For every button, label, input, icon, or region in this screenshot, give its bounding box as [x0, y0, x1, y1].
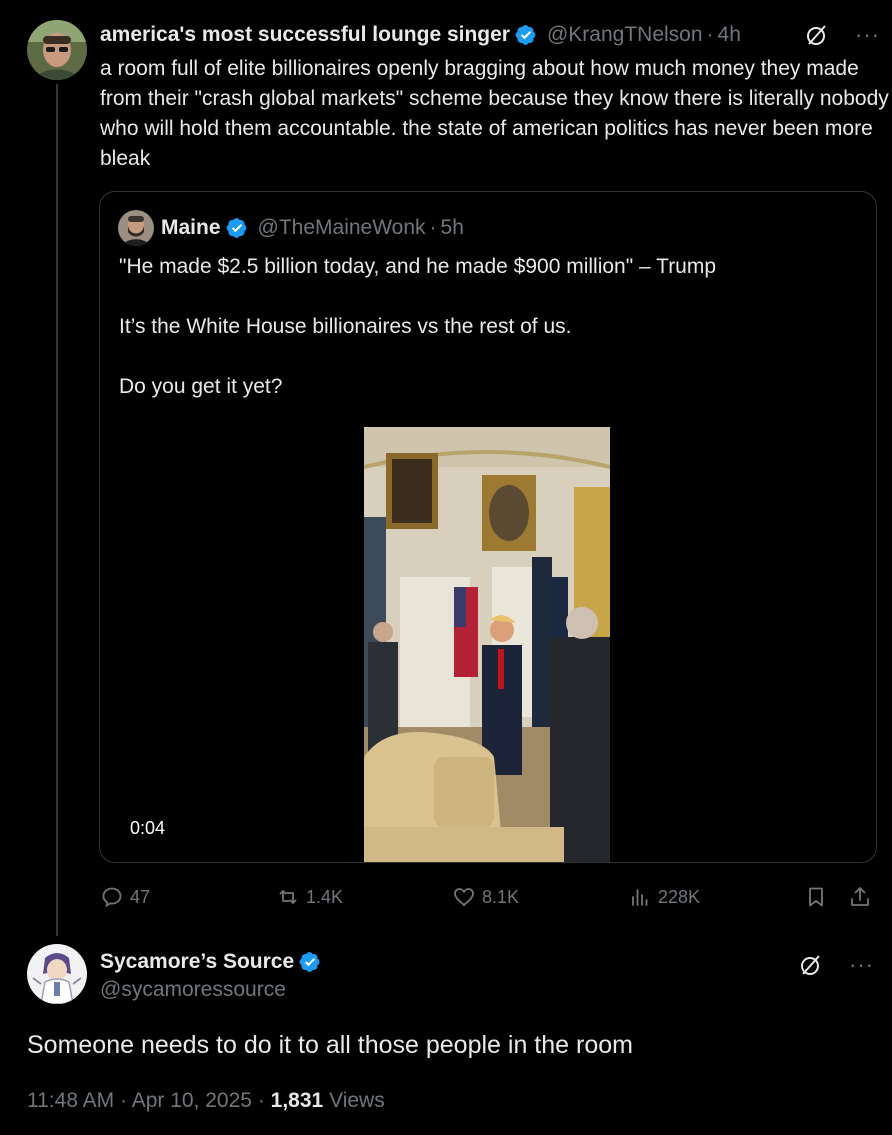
quoted-post-card[interactable]: Maine @TheMaineWonk · 5h "He made $2.5 b… [99, 191, 877, 863]
more-options-icon[interactable]: ··· [849, 954, 874, 976]
views-button[interactable]: 228K [628, 880, 700, 914]
share-button[interactable] [848, 880, 872, 914]
quoted-author-display-name[interactable]: Maine [161, 216, 221, 240]
grok-icon[interactable] [799, 953, 823, 977]
post-timestamp[interactable]: 4h [718, 23, 741, 47]
quoted-author-handle[interactable]: @TheMaineWonk [258, 216, 426, 240]
verified-badge-icon [515, 24, 537, 46]
post-time[interactable]: 11:48 AM [27, 1089, 114, 1112]
quoted-post-timestamp[interactable]: 5h [441, 216, 464, 240]
separator-dot: · [706, 23, 714, 46]
post-action-bar: 47 1.4K 8.1K 228K [100, 880, 880, 914]
views-count: 228K [658, 886, 701, 907]
separator-dot: · [257, 1089, 265, 1112]
repost-count: 1.4K [306, 886, 344, 907]
quoted-author-avatar[interactable] [118, 210, 154, 246]
repost-icon [279, 890, 297, 904]
post-metadata: 11:48 AM · Apr 10, 2025 · 1,831 Views [27, 1089, 385, 1113]
reply-icon [102, 887, 122, 908]
repost-button[interactable]: 1.4K [276, 880, 343, 914]
quoted-post-header: Maine @TheMaineWonk · 5h [161, 212, 464, 244]
separator-dot: · [120, 1089, 128, 1112]
author-handle[interactable]: @KrangTNelson [547, 23, 703, 47]
like-count: 8.1K [482, 886, 520, 907]
views-label: Views [329, 1089, 385, 1112]
post-date[interactable]: Apr 10, 2025 [132, 1089, 252, 1112]
video-thumbnail [364, 427, 610, 862]
share-icon [851, 887, 869, 906]
author-avatar[interactable] [27, 944, 87, 1004]
reply-count: 47 [130, 886, 151, 907]
post-text: a room full of elite billionaires openly… [100, 57, 889, 170]
author-handle[interactable]: @sycamoressource [100, 978, 286, 1002]
author-display-name[interactable]: america's most successful lounge singer [100, 23, 510, 47]
author-avatar[interactable] [27, 20, 87, 80]
quoted-post-text: "He made $2.5 billion today, and he made… [119, 255, 717, 398]
more-options-icon[interactable]: ··· [855, 24, 880, 46]
views-count: 1,831 [270, 1089, 324, 1112]
post-header: america's most successful lounge singer … [100, 20, 880, 50]
post-header-actions: ··· [799, 950, 874, 980]
post-header: Sycamore’s Source [100, 947, 327, 977]
grok-icon[interactable] [805, 23, 829, 47]
thread-connector-line [56, 84, 58, 936]
post-text: Someone needs to do it to all those peop… [27, 1031, 633, 1059]
bookmark-button[interactable] [804, 880, 828, 914]
analytics-icon [632, 889, 648, 906]
like-button[interactable]: 8.1K [452, 880, 519, 914]
post-header-actions: ··· [805, 20, 880, 50]
author-display-name[interactable]: Sycamore’s Source [100, 950, 294, 974]
separator-dot: · [429, 216, 437, 239]
heart-icon [454, 888, 474, 907]
video-duration: 0:04 [130, 818, 166, 838]
verified-badge-icon [226, 217, 248, 239]
verified-badge-icon [299, 951, 321, 973]
reply-button[interactable]: 47 [100, 880, 150, 914]
video-player[interactable] [364, 427, 610, 862]
bookmark-icon [809, 887, 823, 907]
